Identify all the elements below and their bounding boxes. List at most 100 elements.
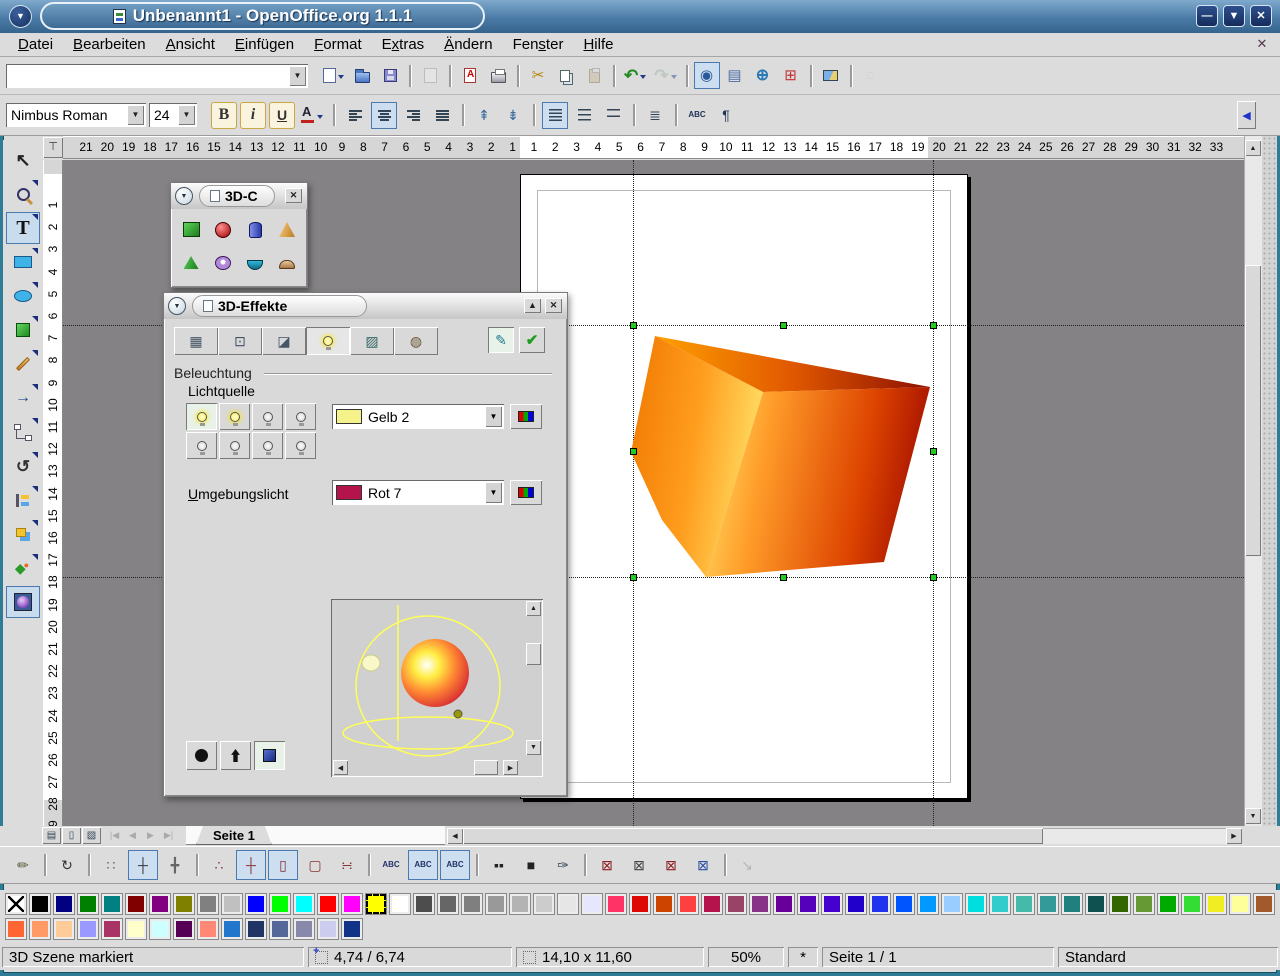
color-swatch-44bbaa[interactable] bbox=[1014, 894, 1034, 914]
tab-illumination[interactable] bbox=[306, 327, 350, 355]
tab-material[interactable]: ◍ bbox=[394, 327, 438, 355]
color-swatch-cc4400[interactable] bbox=[654, 894, 674, 914]
color-swatch-00aa00[interactable] bbox=[1158, 894, 1178, 914]
illumination-preview[interactable]: ▲ ▼ ◀ ▶ bbox=[331, 599, 543, 777]
cut[interactable] bbox=[525, 62, 551, 89]
italic[interactable]: i bbox=[240, 102, 266, 129]
new-document[interactable] bbox=[320, 62, 347, 89]
color-swatch-ccccee[interactable] bbox=[318, 919, 338, 939]
vertical-scroll-thumb[interactable] bbox=[1245, 265, 1261, 556]
ambient-color-dropdown-icon[interactable]: ▼ bbox=[485, 482, 502, 503]
assign-dropper-button[interactable]: ✎ bbox=[488, 327, 514, 353]
light-color-picker-button[interactable] bbox=[510, 404, 542, 429]
zoom-t[interactable] bbox=[6, 178, 40, 210]
stylist[interactable] bbox=[722, 62, 748, 89]
menu-ansicht[interactable]: Ansicht bbox=[156, 34, 225, 55]
color-swatch-800000[interactable] bbox=[126, 894, 146, 914]
layer-view-normal-button[interactable]: ▤ bbox=[42, 827, 61, 844]
color-swatch-a05a2c[interactable] bbox=[1254, 894, 1274, 914]
navigator[interactable] bbox=[694, 62, 720, 89]
font-size-dropdown-icon[interactable]: ▼ bbox=[178, 105, 195, 125]
objects-3d-t[interactable] bbox=[6, 314, 40, 346]
line-spacing-2[interactable] bbox=[600, 102, 626, 129]
color-swatch-ff3366[interactable] bbox=[606, 894, 626, 914]
color-swatch-99ccff[interactable] bbox=[942, 894, 962, 914]
color-swatch-ff6633[interactable] bbox=[6, 919, 26, 939]
color-swatch-666666[interactable] bbox=[438, 894, 458, 914]
bold[interactable]: B bbox=[211, 102, 237, 129]
text-t[interactable] bbox=[6, 212, 40, 244]
snap-to-page-margins[interactable]: ▯ bbox=[268, 850, 298, 880]
cube-3d-button[interactable] bbox=[175, 213, 207, 246]
font-name-combo[interactable]: Nimbus Roman ▼ bbox=[6, 103, 146, 127]
character-dialog[interactable]: ABC bbox=[684, 102, 710, 129]
line-spacing-1[interactable] bbox=[542, 102, 568, 129]
color-swatch-0099ff[interactable] bbox=[918, 894, 938, 914]
underline[interactable]: U bbox=[269, 102, 295, 129]
alignment-t[interactable] bbox=[6, 484, 40, 516]
lines-arrows-t[interactable] bbox=[6, 382, 40, 414]
preview-mode-sphere-button[interactable] bbox=[186, 741, 217, 770]
toolbar-collapse-button[interactable]: ◀ bbox=[1237, 101, 1256, 129]
decrease-paragraph-spacing[interactable]: ⇟ bbox=[500, 102, 526, 129]
light-source-3-button[interactable] bbox=[252, 403, 283, 430]
picture-placeholder[interactable]: ⊠ bbox=[592, 850, 622, 880]
font-size-combo[interactable]: 24 ▼ bbox=[149, 103, 197, 127]
color-swatch-008080[interactable] bbox=[102, 894, 122, 914]
color-swatch-33dd33[interactable] bbox=[1182, 894, 1202, 914]
preview-vscroll-thumb[interactable] bbox=[526, 643, 541, 665]
preview-mode-lamp-button[interactable] bbox=[220, 741, 251, 770]
color-swatch-8888aa[interactable] bbox=[294, 919, 314, 939]
menu-einfügen[interactable]: Einfügen bbox=[225, 34, 304, 55]
preview-scroll-right-icon[interactable]: ▶ bbox=[503, 760, 518, 775]
copy[interactable] bbox=[553, 62, 579, 89]
selection-handle-w[interactable] bbox=[630, 448, 637, 455]
light-source-7-button[interactable] bbox=[252, 432, 283, 459]
light-source-8-button[interactable] bbox=[285, 432, 316, 459]
torus-3d-button[interactable] bbox=[207, 246, 239, 279]
color-swatch-0000ff[interactable] bbox=[246, 894, 266, 914]
selection-handle-sw[interactable] bbox=[630, 574, 637, 581]
color-swatch-00dddd[interactable] bbox=[966, 894, 986, 914]
color-swatch-5500bb[interactable] bbox=[798, 894, 818, 914]
light-position-handle[interactable] bbox=[362, 655, 380, 671]
modify-with-attributes[interactable]: ✑ bbox=[548, 850, 578, 880]
color-swatch-339999[interactable] bbox=[1038, 894, 1058, 914]
menu-bearbeiten[interactable]: Bearbeiten bbox=[63, 34, 156, 55]
align-justify[interactable] bbox=[429, 102, 455, 129]
select-t[interactable] bbox=[6, 144, 40, 176]
vertical-scrollbar[interactable]: ▲ ▼ bbox=[1244, 136, 1262, 826]
selection-handle-s[interactable] bbox=[780, 574, 787, 581]
color-swatch-9999ff[interactable] bbox=[78, 919, 98, 939]
double-click-to-edit-text[interactable]: ABC bbox=[440, 850, 470, 880]
color-swatch-ffff00[interactable] bbox=[366, 894, 386, 914]
selection-handle-n[interactable] bbox=[780, 322, 787, 329]
light-source-1-button[interactable] bbox=[186, 403, 217, 430]
selection-handle-nw[interactable] bbox=[630, 322, 637, 329]
color-swatch-b5134b[interactable] bbox=[702, 894, 722, 914]
controller-3d-t[interactable] bbox=[6, 586, 40, 618]
save-document[interactable] bbox=[377, 62, 403, 89]
document-close-icon[interactable]: ✕ bbox=[1254, 36, 1270, 52]
sphere-3d-button[interactable] bbox=[207, 213, 239, 246]
light-color-dropdown[interactable]: Gelb 2 ▼ bbox=[332, 404, 504, 429]
selection-handle-e[interactable] bbox=[930, 448, 937, 455]
minimize-button[interactable]: — bbox=[1196, 5, 1218, 27]
color-swatch-ff4040[interactable] bbox=[678, 894, 698, 914]
ellipse-t[interactable] bbox=[6, 280, 40, 312]
color-swatch-ccffff[interactable] bbox=[150, 919, 170, 939]
menu-hilfe[interactable]: Hilfe bbox=[573, 34, 623, 55]
menu-ändern[interactable]: Ändern bbox=[434, 34, 502, 55]
paragraph-dialog[interactable]: ¶ bbox=[713, 102, 739, 129]
scroll-right-icon[interactable]: ▶ bbox=[1226, 828, 1242, 844]
color-swatch-669933[interactable] bbox=[1134, 894, 1154, 914]
color-swatch-000080[interactable] bbox=[54, 894, 74, 914]
text-placeholder[interactable]: ⊠ bbox=[656, 850, 686, 880]
color-swatch-ffffcc[interactable] bbox=[126, 919, 146, 939]
tab-favorites[interactable]: ▦ bbox=[174, 327, 218, 355]
color-swatch-800080[interactable] bbox=[150, 894, 170, 914]
effects-title-bar[interactable]: ▼ 3D-Effekte ▲ ✕ bbox=[164, 293, 567, 319]
color-swatch-7f7f7f[interactable] bbox=[462, 894, 482, 914]
arrange-t[interactable] bbox=[6, 518, 40, 550]
color-swatch-207f7f[interactable] bbox=[1062, 894, 1082, 914]
